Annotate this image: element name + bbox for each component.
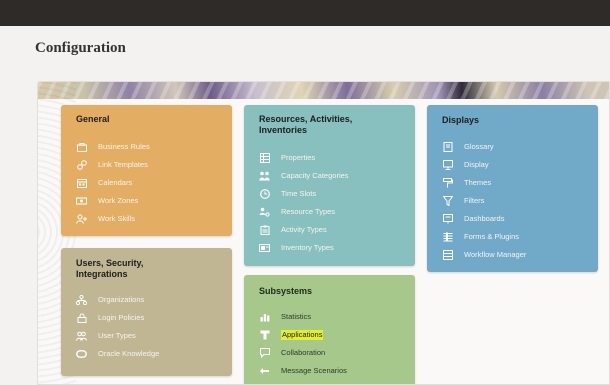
link-display-label: Display <box>464 160 489 169</box>
configuration-panel: General Business Rules Link Templates Ca… <box>37 81 610 385</box>
page-title: Configuration <box>35 40 126 56</box>
grid-icon <box>259 153 270 164</box>
link-time-slots[interactable]: Time Slots <box>259 187 316 201</box>
link-work-skills[interactable]: Work Skills <box>76 212 135 226</box>
link-workflow-manager-label: Workflow Manager <box>464 250 527 259</box>
link-forms-plugins-label: Forms & Plugins <box>464 232 520 241</box>
link-organizations-label: Organizations <box>98 295 145 304</box>
link-resource-types-label: Resource Types <box>281 207 336 216</box>
card-title-general: General <box>76 114 110 124</box>
link-work-zones[interactable]: Work Zones <box>76 194 138 208</box>
link-message-scenarios-label: Message Scenarios <box>281 366 347 375</box>
clock-icon <box>259 189 270 200</box>
application-icon <box>259 330 270 341</box>
link-statistics[interactable]: Statistics <box>259 310 311 324</box>
link-user-types[interactable]: User Types <box>76 329 136 343</box>
link-glossary-label: Glossary <box>464 142 494 151</box>
link-collaboration-label: Collaboration <box>281 348 326 357</box>
card-title-subsystems: Subsystems <box>259 286 313 296</box>
link-time-slots-label: Time Slots <box>281 189 317 198</box>
link-activity-types-label: Activity Types <box>281 225 327 234</box>
card-title-displays: Displays <box>442 115 480 125</box>
card-users-security-integrations: Users, Security, Integrations Organizati… <box>61 248 232 376</box>
link-capacity-categories-label: Capacity Categories <box>281 171 349 180</box>
link-login-policies[interactable]: Login Policies <box>76 311 144 325</box>
link-user-types-label: User Types <box>98 331 136 340</box>
person-gear-icon <box>259 207 270 218</box>
link-business-rules[interactable]: Business Rules <box>76 140 150 154</box>
link-link-templates[interactable]: Link Templates <box>76 158 148 172</box>
link-inventory-types-label: Inventory Types <box>281 243 334 252</box>
book-icon <box>442 142 453 153</box>
link-display[interactable]: Display <box>442 158 489 172</box>
link-themes-label: Themes <box>464 178 492 187</box>
filter-icon <box>442 196 453 207</box>
inventory-icon <box>259 243 270 254</box>
people-group-icon <box>259 171 270 182</box>
link-glossary[interactable]: Glossary <box>442 140 494 154</box>
link-filters-label: Filters <box>464 196 485 205</box>
link-filters[interactable]: Filters <box>442 194 484 208</box>
person-plus-icon <box>76 214 87 225</box>
link-themes[interactable]: Themes <box>442 176 491 190</box>
bar-chart-icon <box>259 312 270 323</box>
link-capacity-categories[interactable]: Capacity Categories <box>259 169 349 183</box>
link-inventory-types[interactable]: Inventory Types <box>259 241 334 255</box>
card-general: General Business Rules Link Templates Ca… <box>61 105 232 236</box>
monitor-icon <box>442 160 453 171</box>
form-icon <box>442 232 453 243</box>
link-activity-types[interactable]: Activity Types <box>259 223 327 237</box>
link-organizations[interactable]: Organizations <box>76 293 144 307</box>
link-icon <box>76 160 87 171</box>
link-link-templates-label: Link Templates <box>98 160 148 169</box>
card-displays: Displays Glossary Display Themes Filters <box>427 105 598 272</box>
paint-roller-icon <box>442 178 453 189</box>
link-collaboration[interactable]: Collaboration <box>259 346 325 360</box>
dashboard-icon <box>442 214 453 225</box>
link-business-rules-label: Business Rules <box>98 142 150 151</box>
chat-icon <box>259 348 270 359</box>
link-dashboards-label: Dashboards <box>464 214 505 223</box>
calendar-icon <box>76 178 87 189</box>
card-title-users: Users, Security, Integrations <box>76 258 144 279</box>
briefcase-icon <box>76 142 87 153</box>
link-work-skills-label: Work Skills <box>98 214 135 223</box>
link-resource-types[interactable]: Resource Types <box>259 205 335 219</box>
workflow-icon <box>442 250 453 261</box>
clipboard-icon <box>259 225 270 236</box>
link-properties[interactable]: Properties <box>259 151 315 165</box>
organization-icon <box>76 295 87 306</box>
card-subsystems: Subsystems Statistics Applications Colla… <box>244 275 415 384</box>
message-flow-icon <box>259 366 270 377</box>
link-calendars-label: Calendars <box>98 178 133 187</box>
users-icon <box>76 331 87 342</box>
card-title-resources: Resources, Activities, Inventories <box>259 114 353 135</box>
link-calendars[interactable]: Calendars <box>76 176 132 190</box>
lock-icon <box>76 313 87 324</box>
link-work-zones-label: Work Zones <box>98 196 139 205</box>
link-applications-label: Applications <box>281 330 324 340</box>
link-properties-label: Properties <box>281 153 316 162</box>
oracle-icon <box>76 349 87 360</box>
top-header-bar <box>0 0 610 26</box>
card-resources-activities-inventories: Resources, Activities, Inventories Prope… <box>244 105 415 266</box>
link-applications[interactable]: Applications <box>259 328 324 342</box>
link-oracle-knowledge-label: Oracle Knowledge <box>98 349 160 358</box>
link-workflow-manager[interactable]: Workflow Manager <box>442 248 526 262</box>
map-pin-icon <box>76 196 87 207</box>
link-oracle-knowledge[interactable]: Oracle Knowledge <box>76 347 159 361</box>
link-message-scenarios[interactable]: Message Scenarios <box>259 364 347 378</box>
link-login-policies-label: Login Policies <box>98 313 145 322</box>
decorative-banner <box>38 82 609 99</box>
link-forms-plugins[interactable]: Forms & Plugins <box>442 230 519 244</box>
link-dashboards[interactable]: Dashboards <box>442 212 504 226</box>
link-statistics-label: Statistics <box>281 312 312 321</box>
